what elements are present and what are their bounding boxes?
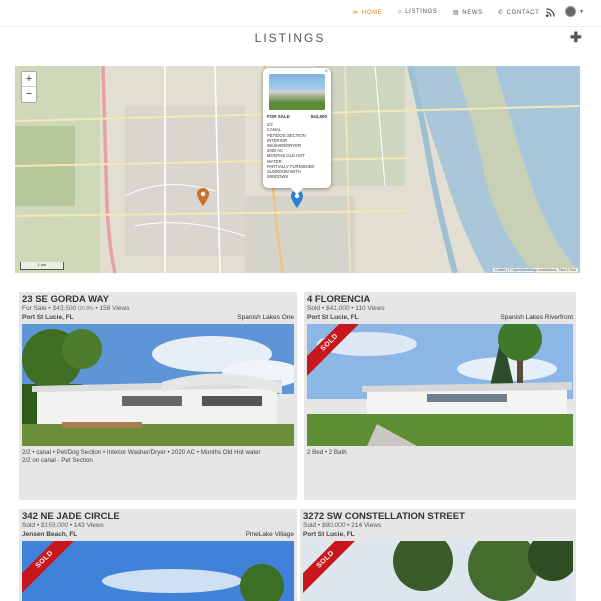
listing-price: $80,000 [321,522,346,529]
listing-card[interactable]: 23 SE GORDA WAY For Sale • $43,500 (20.8… [19,292,297,500]
listing-photo[interactable]: SOLD [307,324,573,446]
house-photo [307,324,573,446]
listing-status: Sold [22,522,36,529]
listing-meta: Sold • $80,000 • 214 Views [303,522,382,529]
nav-home[interactable]: ≫ HOME [352,9,383,17]
listing-card[interactable]: 4 FLORENCIA Sold • $41,000 • 110 Views P… [304,292,576,500]
listing-location: Port St Lucie, FL Spanish Lakes Riverfro… [307,313,573,323]
nav-listings-label: LISTINGS [405,9,438,15]
listings-map[interactable]: + − × FOR SALE $43,500 2/2 CANAL PET/DOG… [15,66,580,273]
popup-tip [291,188,303,195]
listing-price: $41,000 [325,305,350,312]
nav-home-label: HOME [361,9,383,16]
map-scale: 1 km [20,262,64,270]
home-arrow-icon: ≫ [352,10,359,16]
listing-title[interactable]: 3272 SW CONSTELLATION STREET [303,511,573,522]
listing-card[interactable]: 342 NE JADE CIRCLE Sold • $159,000 • 143… [19,509,297,601]
nav-contact[interactable]: ✆ CONTACT [498,9,540,17]
listing-city: Port St Lucie, FL [303,531,355,538]
user-avatar[interactable] [565,6,576,17]
listing-meta: For Sale • $43,500 (20.8% • 158 Views [22,305,130,312]
listing-meta: Sold • $159,000 • 143 Views [22,522,104,529]
listing-views: 214 Views [351,522,382,529]
listing-title[interactable]: 342 NE JADE CIRCLE [22,511,294,522]
nav-listings[interactable]: ⌂ LISTINGS [398,9,437,15]
top-nav: ≫ HOME ⌂ LISTINGS ▤ NEWS ✆ CONTACT ▼ [0,0,601,27]
zoom-in-button[interactable]: + [22,72,36,87]
listing-location: Port St Lucie, FL Spanish Lakes One [22,313,294,323]
listing-title[interactable]: 4 FLORENCIA [307,294,573,305]
listing-card[interactable]: 3272 SW CONSTELLATION STREET Sold • $80,… [300,509,576,601]
add-listing-button[interactable]: ✚ [570,29,582,46]
popup-status: FOR SALE [267,114,290,119]
listing-community: Spanish Lakes One [237,314,294,321]
listing-price: $43,500 [52,305,76,312]
chevron-down-icon[interactable]: ▼ [579,9,584,15]
listing-pct: (20.8% [77,306,94,312]
listing-price: $159,000 [40,522,69,529]
listing-photo[interactable]: SOLD [303,541,573,601]
listing-location: Port St Lucie, FL [303,530,573,540]
nav-contact-label: CONTACT [506,9,540,16]
rss-icon[interactable] [546,8,555,17]
phone-icon: ✆ [498,10,504,16]
listing-features: 2 Bed • 2 Bath [307,449,347,456]
listing-meta: Sold • $41,000 • 110 Views [307,305,385,312]
map-attribution[interactable]: Leaflet | © OpenStreetMap contributors, … [493,268,578,272]
listing-city: Jensen Beach, FL [22,531,78,538]
listing-views: 158 Views [99,305,130,312]
listing-views: 110 Views [355,305,385,312]
popup-price: $43,500 [310,114,327,119]
listing-status: For Sale [22,305,47,312]
listing-city: Port St Lucie, FL [307,314,359,321]
map-popup[interactable]: × FOR SALE $43,500 2/2 CANAL PET/DOG SEC… [263,68,331,188]
listing-city: Port St Lucie, FL [22,314,74,321]
close-icon[interactable]: × [324,69,328,75]
newspaper-icon: ▤ [453,10,460,16]
listing-status: Sold [303,522,317,529]
listing-photo[interactable]: SOLD [22,541,294,601]
zoom-out-button[interactable]: − [22,87,36,102]
house-photo [22,324,294,446]
listing-community: PineLake Village [245,531,294,538]
listing-photo[interactable] [22,324,294,446]
listing-title[interactable]: 23 SE GORDA WAY [22,294,294,305]
page-title: LISTINGS [254,31,326,45]
map-pin-orange-icon[interactable] [197,188,209,206]
nav-news[interactable]: ▤ NEWS [453,9,483,17]
popup-header: FOR SALE $43,500 [267,114,327,119]
listing-views: 143 Views [73,522,104,529]
listing-community: Spanish Lakes Riverfront [500,314,573,321]
popup-line: WINDOWS [267,174,289,180]
listing-status: Sold [307,305,321,312]
zoom-control: + − [21,71,37,103]
nav-news-label: NEWS [462,9,483,16]
popup-photo [269,74,325,110]
listing-location: Jensen Beach, FL PineLake Village [22,530,294,540]
house-icon: ⌂ [398,9,403,15]
